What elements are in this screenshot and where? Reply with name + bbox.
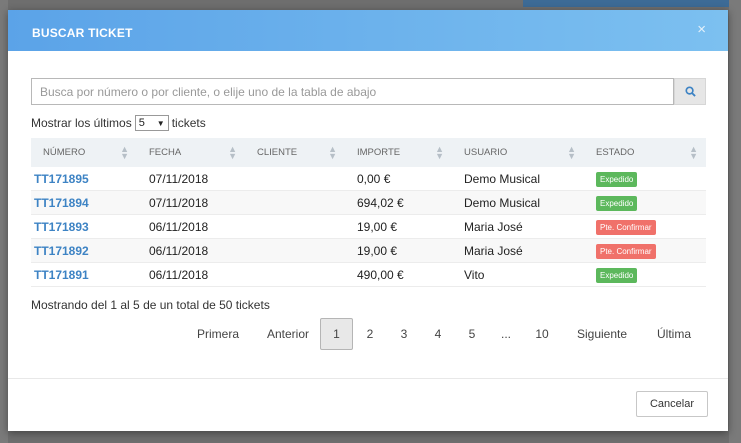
column-header-cliente[interactable]: CLIENTE ▲ ▼ [245, 138, 345, 167]
page-size-prefix: Mostrar los últimos [31, 116, 132, 130]
column-label: CLIENTE [257, 147, 298, 158]
ticket-status-cell: Expedido [584, 195, 706, 211]
pagination-page-10[interactable]: 10 [523, 318, 561, 350]
search-button[interactable] [674, 78, 706, 105]
column-header-estado[interactable]: ESTADO ▲ ▼ [584, 138, 706, 167]
column-header-numero[interactable]: NÚMERO ▲ ▼ [31, 138, 137, 167]
column-label: USUARIO [464, 147, 508, 158]
pagination-next[interactable]: Siguiente [561, 318, 643, 350]
pagination-page-1[interactable]: 1 [320, 318, 353, 350]
ticket-status-cell: Expedido [584, 171, 706, 187]
ticket-number-link[interactable]: TT171893 [31, 220, 137, 234]
footer-divider [8, 378, 728, 379]
sort-icon: ▲ ▼ [435, 143, 444, 161]
column-header-usuario[interactable]: USUARIO ▲ ▼ [452, 138, 584, 167]
pagination-last[interactable]: Última [643, 318, 705, 350]
background-topbar [523, 0, 741, 7]
results-summary: Mostrando del 1 al 5 de un total de 50 t… [31, 298, 270, 312]
sort-icon: ▲ ▼ [567, 143, 576, 161]
tickets-table: NÚMERO ▲ ▼ FECHA ▲ ▼ CLIENTE ▲ ▼ IMPORTE ▲ ▼… [31, 138, 706, 287]
column-label: NÚMERO [43, 147, 86, 158]
column-header-fecha[interactable]: FECHA ▲ ▼ [137, 138, 245, 167]
page-size-select[interactable]: 5 ▼ [134, 115, 169, 131]
column-header-importe[interactable]: IMPORTE ▲ ▼ [345, 138, 452, 167]
ticket-status-cell: Expedido [584, 267, 706, 283]
column-label: FECHA [149, 147, 182, 158]
ticket-number-link[interactable]: TT171894 [31, 196, 137, 210]
pagination: Primera Anterior 1 2 3 4 5 ... 10 Siguie… [180, 318, 705, 350]
search-row [31, 78, 706, 105]
cancel-button[interactable]: Cancelar [636, 391, 708, 417]
table-body: TT171895 07/11/2018 0,00 € Demo Musical … [31, 167, 706, 287]
background-left [0, 0, 8, 443]
search-ticket-modal: BUSCAR TICKET × Mostrar los últimos 5 ▼ … [8, 10, 728, 431]
table-row[interactable]: TT171894 07/11/2018 694,02 € Demo Musica… [31, 191, 706, 215]
ticket-date: 06/11/2018 [149, 219, 209, 234]
pagination-ellipsis: ... [500, 327, 511, 341]
pagination-prev[interactable]: Anterior [256, 318, 320, 350]
ticket-user: Demo Musical [464, 171, 541, 186]
status-badge: Pte. Confirmar [596, 219, 656, 235]
ticket-amount: 694,02 € [357, 195, 404, 210]
column-label: ESTADO [596, 147, 635, 158]
ticket-user: Maria José [464, 243, 523, 258]
table-header: NÚMERO ▲ ▼ FECHA ▲ ▼ CLIENTE ▲ ▼ IMPORTE ▲ ▼… [31, 138, 706, 167]
ticket-amount: 19,00 € [357, 243, 398, 258]
page-size-row: Mostrar los últimos 5 ▼ tickets [31, 115, 206, 131]
pagination-page-3[interactable]: 3 [387, 318, 421, 350]
ticket-date: 06/11/2018 [149, 243, 209, 258]
background-right [729, 0, 741, 443]
ticket-number-link[interactable]: TT171891 [31, 268, 137, 282]
pagination-page-4[interactable]: 4 [421, 318, 455, 350]
page-size-value: 5 [138, 117, 145, 129]
ticket-date: 07/11/2018 [149, 195, 209, 210]
modal-header: BUSCAR TICKET × [8, 10, 728, 51]
ticket-user: Vito [464, 267, 485, 282]
ticket-date: 06/11/2018 [149, 267, 209, 282]
search-input[interactable] [31, 78, 674, 105]
status-badge: Expedido [596, 171, 638, 187]
ticket-amount: 19,00 € [357, 219, 398, 234]
table-row[interactable]: TT171893 06/11/2018 19,00 € Maria José P… [31, 215, 706, 239]
close-icon[interactable]: × [697, 21, 706, 38]
ticket-number-link[interactable]: TT171892 [31, 244, 137, 258]
ticket-number-link[interactable]: TT171895 [31, 172, 137, 186]
status-badge: Expedido [596, 267, 638, 283]
table-row[interactable]: TT171895 07/11/2018 0,00 € Demo Musical … [31, 167, 706, 191]
sort-icon: ▲ ▼ [328, 143, 337, 161]
caret-down-icon: ▼ [156, 118, 165, 128]
ticket-amount: 490,00 € [357, 267, 404, 282]
page-size-suffix: tickets [171, 116, 206, 130]
modal-title: BUSCAR TICKET [32, 26, 133, 40]
sort-icon: ▲ ▼ [120, 143, 129, 161]
ticket-status-cell: Pte. Confirmar [584, 243, 706, 259]
status-badge: Expedido [596, 195, 638, 211]
table-row[interactable]: TT171892 06/11/2018 19,00 € Maria José P… [31, 239, 706, 263]
sort-icon: ▲ ▼ [689, 143, 698, 161]
ticket-user: Maria José [464, 219, 523, 234]
ticket-status-cell: Pte. Confirmar [584, 219, 706, 235]
pagination-first[interactable]: Primera [180, 318, 256, 350]
pagination-page-2[interactable]: 2 [353, 318, 387, 350]
search-icon [684, 86, 696, 97]
ticket-amount: 0,00 € [357, 171, 391, 186]
status-badge: Pte. Confirmar [596, 243, 656, 259]
pagination-page-5[interactable]: 5 [455, 318, 489, 350]
column-label: IMPORTE [357, 147, 401, 158]
ticket-user: Demo Musical [464, 195, 541, 210]
table-row[interactable]: TT171891 06/11/2018 490,00 € Vito Expedi… [31, 263, 706, 287]
sort-icon: ▲ ▼ [228, 143, 237, 161]
ticket-date: 07/11/2018 [149, 171, 209, 186]
